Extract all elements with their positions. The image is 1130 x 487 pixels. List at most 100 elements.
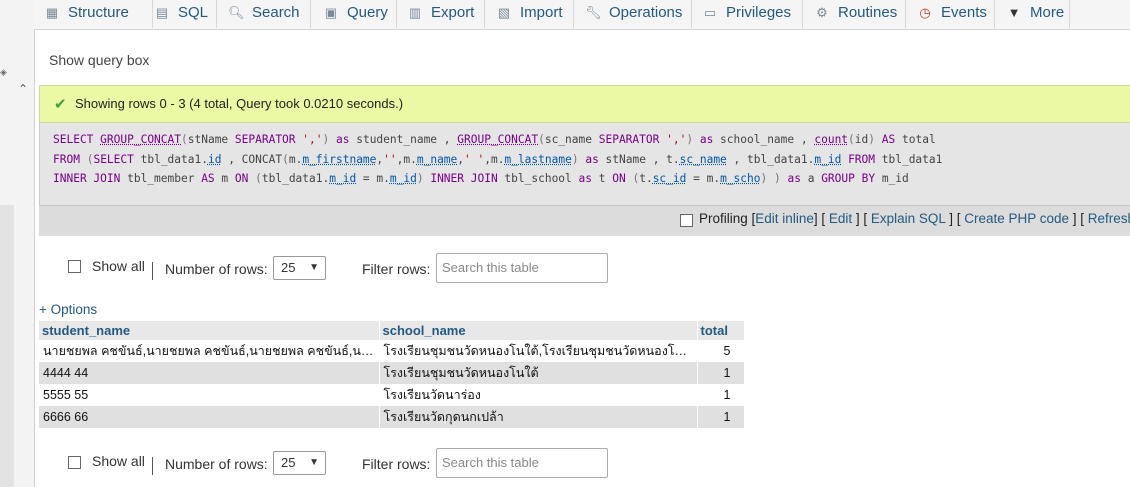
chevron-down-icon: ▼	[309, 457, 319, 468]
tab-divider	[152, 0, 153, 28]
tab-import[interactable]: ▧ Import	[496, 0, 563, 26]
show-all-checkbox-bottom[interactable]	[68, 456, 81, 469]
tab-structure[interactable]: ▦ Structure	[44, 0, 129, 26]
filter-rows-input[interactable]: Search this table	[436, 253, 608, 283]
structure-icon: ▦	[45, 5, 59, 20]
cell-student-name: 5555 55	[39, 384, 380, 406]
refresh-link[interactable]: Refresh	[1088, 211, 1130, 226]
top-tab-bar: ▦ Structure ▤ SQL 🔍︎ Search ▣ Query ▥ Export …	[34, 0, 1130, 30]
show-all-label: Show all	[92, 258, 145, 274]
sql-line-1: SELECT GROUP_CONCAT(stName SEPARATOR ','…	[53, 133, 936, 146]
cell-total: 1	[697, 406, 745, 428]
tab-operations[interactable]: 🔧︎ Operations	[585, 0, 682, 26]
tab-divider	[216, 0, 217, 28]
tab-routines[interactable]: ⚙︎ Routines	[814, 0, 897, 26]
tab-more[interactable]: ▼ More	[1006, 0, 1065, 26]
success-message-bar: ✔ Showing rows 0 - 3 (4 total, Query too…	[39, 85, 1130, 123]
tab-label: Privileges	[726, 4, 792, 21]
cell-student-name: นายชยพล คชขันธ์,นายชยพล คชขันธ์,นายชยพล …	[39, 340, 380, 362]
import-icon: ▧	[497, 5, 511, 20]
edit-link[interactable]: Edit	[829, 211, 852, 226]
cell-school-name: โรงเรียนชุมชนวัดหนองโนใต้,โรงเรียนชุมชนว…	[379, 340, 698, 362]
sql-line-2: FROM (SELECT tbl_data1.id , CONCAT(m.m_f…	[53, 153, 943, 166]
options-link[interactable]: + Options	[39, 302, 97, 317]
sql-line-3: INNER JOIN tbl_member AS m ON (tbl_data1…	[53, 172, 909, 185]
divider	[152, 262, 153, 280]
left-navigation-strip: ◈ ⌃	[0, 0, 35, 487]
number-of-rows-value: 25	[281, 260, 296, 275]
table-row[interactable]: นายชยพล คชขันธ์,นายชยพล คชขันธ์,นายชยพล …	[39, 340, 745, 362]
column-header-total[interactable]: total	[697, 321, 745, 340]
table-row[interactable]: 5555 55 โรงเรียนวัดนาร่อง 1	[39, 384, 745, 406]
number-of-rows-value: 25	[281, 455, 296, 470]
search-icon: 🔍︎	[228, 5, 245, 20]
tab-divider	[691, 0, 692, 28]
cell-student-name: 6666 66	[39, 406, 380, 428]
cell-school-name: โรงเรียนวัดกุดนกเปล้า	[379, 406, 698, 428]
tab-label: Import	[520, 4, 563, 21]
success-message: Showing rows 0 - 3 (4 total, Query took …	[75, 96, 404, 111]
number-of-rows-select-bottom[interactable]: 25 ▼	[273, 451, 326, 475]
triangle-down-icon: ▼	[1007, 5, 1021, 20]
cell-total: 5	[697, 340, 745, 362]
tab-divider	[802, 0, 803, 28]
tab-divider	[396, 0, 397, 28]
privileges-icon: ▭	[703, 5, 717, 20]
edit-inline-link[interactable]: Edit inline	[755, 211, 814, 226]
show-query-box-link[interactable]: Show query box	[49, 52, 149, 68]
divider	[152, 457, 153, 475]
tab-label: Search	[252, 4, 300, 21]
tab-search[interactable]: 🔍︎ Search	[228, 0, 300, 26]
cell-school-name: โรงเรียนชุมชนวัดหนองโนใต้	[379, 362, 698, 384]
tab-label: SQL	[178, 4, 209, 21]
table-row[interactable]: 4444 44 โรงเรียนชุมชนวัดหนองโนใต้ 1	[39, 362, 745, 384]
show-all-checkbox[interactable]	[68, 260, 81, 273]
query-icon: ▣	[324, 5, 338, 20]
chevron-down-icon: ▼	[309, 262, 319, 273]
tab-divider	[573, 0, 574, 28]
cell-school-name: โรงเรียนวัดนาร่อง	[379, 384, 698, 406]
tab-divider	[994, 0, 995, 28]
explain-sql-link[interactable]: Explain SQL	[871, 211, 946, 226]
table-header-row: student_name school_name total	[39, 321, 745, 340]
routines-icon: ⚙︎	[816, 5, 828, 20]
wrench-icon: 🔧︎	[585, 5, 602, 20]
sql-query-display[interactable]: SELECT GROUP_CONCAT(stName SEPARATOR ','…	[39, 123, 1130, 205]
tab-label: More	[1030, 4, 1065, 21]
filter-rows-label: Filter rows:	[362, 456, 431, 472]
column-header-school-name[interactable]: school_name	[379, 321, 698, 340]
tab-label: Events	[941, 4, 987, 21]
query-tools: Profiling [Edit inline] [ Edit ] [ Expla…	[699, 211, 1130, 226]
create-php-code-link[interactable]: Create PHP code	[964, 211, 1069, 226]
checkmark-icon: ✔	[54, 95, 67, 113]
tab-divider	[905, 0, 906, 28]
chevron-up-icon[interactable]: ⌃	[18, 82, 28, 96]
cell-total: 1	[697, 384, 745, 406]
tab-query[interactable]: ▣ Query	[323, 0, 388, 26]
filter-rows-input-bottom[interactable]: Search this table	[436, 448, 608, 478]
tab-label: Routines	[838, 4, 898, 21]
tab-label: Operations	[609, 4, 683, 21]
results-table: student_name school_name total นายชยพล ค…	[39, 321, 745, 428]
cell-student-name: 4444 44	[39, 362, 380, 384]
number-of-rows-select[interactable]: 25 ▼	[273, 256, 326, 280]
collapse-handle-icon[interactable]: ◈	[0, 68, 7, 78]
tab-privileges[interactable]: ▭ Privileges	[702, 0, 791, 26]
filter-rows-label: Filter rows:	[362, 261, 431, 277]
tab-events[interactable]: ◷ Events	[917, 0, 987, 26]
profiling-checkbox[interactable]	[680, 214, 693, 227]
clock-icon: ◷	[919, 5, 931, 20]
table-row[interactable]: 6666 66 โรงเรียนวัดกุดนกเปล้า 1	[39, 406, 745, 428]
column-header-student-name[interactable]: student_name	[39, 321, 380, 340]
export-icon: ▥	[408, 5, 422, 20]
tab-label: Query	[347, 4, 388, 21]
query-tools-bar: Profiling [Edit inline] [ Edit ] [ Expla…	[39, 205, 1130, 236]
number-of-rows-label: Number of rows:	[165, 456, 268, 472]
tab-label: Export	[431, 4, 475, 21]
tab-export[interactable]: ▥ Export	[407, 0, 475, 26]
left-scroll-area	[0, 205, 14, 487]
cell-total: 1	[697, 362, 745, 384]
tab-sql[interactable]: ▤ SQL	[154, 0, 208, 26]
sql-icon: ▤	[155, 5, 169, 20]
show-all-label: Show all	[92, 453, 145, 469]
